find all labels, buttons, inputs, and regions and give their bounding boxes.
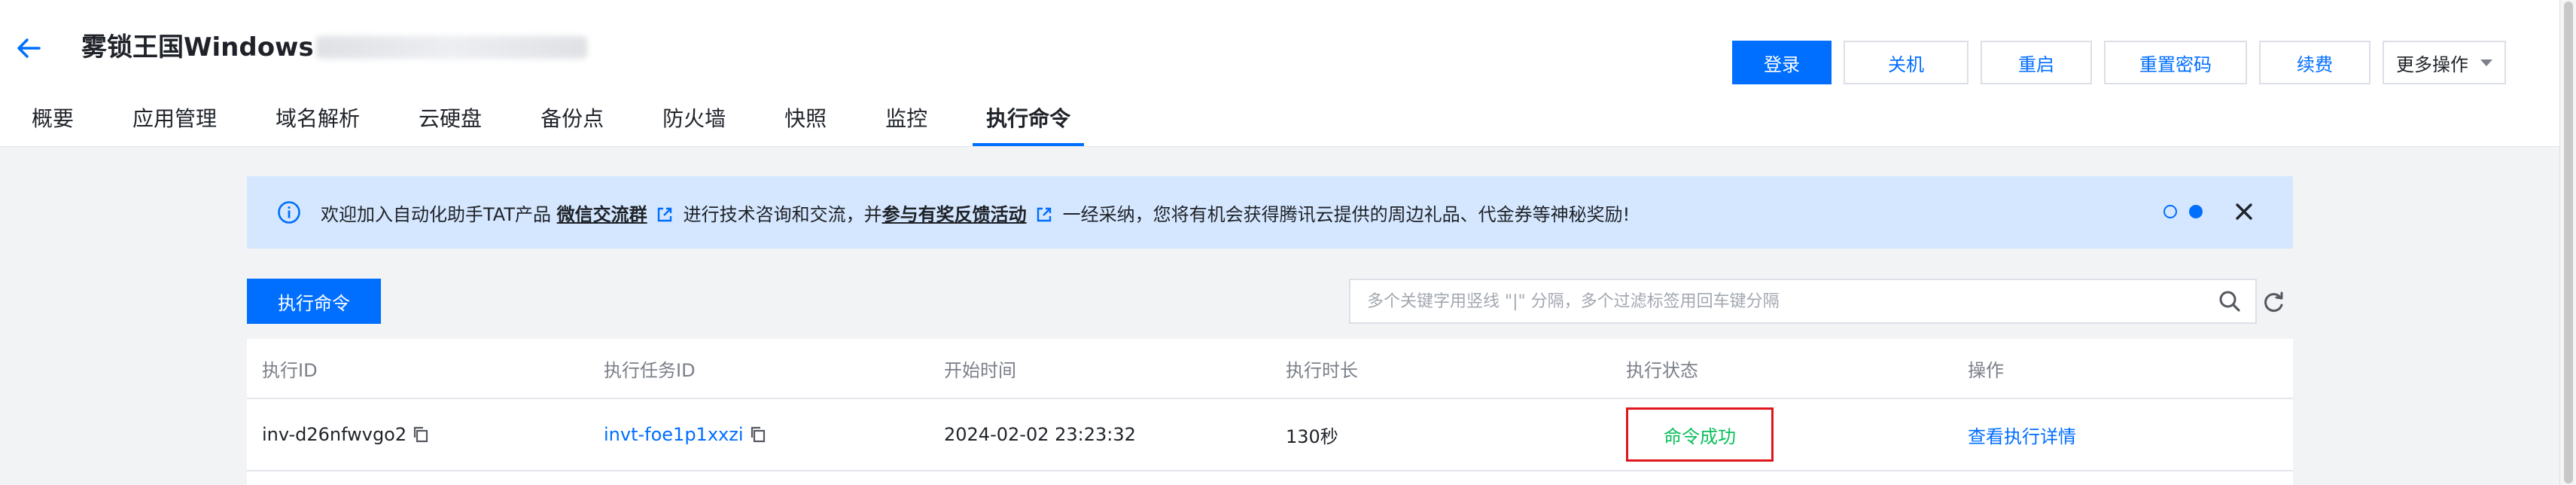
tab-monitor[interactable]: 监控 — [885, 104, 927, 146]
renew-button[interactable]: 续费 — [2259, 41, 2370, 84]
view-details-link[interactable]: 查看执行详情 — [1968, 422, 2076, 448]
more-actions-label: 更多操作 — [2396, 53, 2468, 75]
info-icon — [278, 201, 300, 224]
feedback-activity-link[interactable]: 参与有奖反馈活动 — [882, 204, 1027, 225]
copy-icon[interactable] — [748, 425, 768, 444]
carousel-dot-2[interactable] — [2189, 205, 2203, 218]
task-id-link[interactable]: invt-foe1p1xxzi — [604, 424, 744, 445]
banner-text-3: 一经采纳，您将有机会获得腾讯云提供的周边礼品、代金券等神秘奖励! — [1062, 203, 1631, 225]
banner-text-2: 进行技术咨询和交流，并 — [683, 203, 882, 225]
duration: 130秒 — [1286, 426, 1338, 447]
refresh-icon[interactable] — [2261, 289, 2287, 315]
exec-id-cell: inv-d26nfwvgo2 — [247, 424, 589, 445]
carousel-dots — [2163, 205, 2203, 218]
vertical-scrollbar[interactable] — [2559, 0, 2576, 485]
status-cell: 命令成功 — [1611, 407, 1953, 462]
column-header: 开始时间 — [944, 359, 1016, 381]
instance-header: 雾锁王国Windows 登录 关机 重启 重置密码 续费 更多操作 概要 应用管… — [0, 0, 2559, 147]
copy-icon[interactable] — [411, 425, 431, 444]
banner-text: 欢迎加入自动化助手TAT产品 微信交流群 进行技术咨询和交流，并参与有奖反馈活动 一… — [321, 200, 1630, 226]
tab-bar: 概要 应用管理 域名解析 云硬盘 备份点 防火墙 快照 监控 执行命令 — [32, 104, 1085, 146]
redacted-instance-id — [316, 36, 587, 59]
run-command-button[interactable]: 执行命令 — [247, 279, 381, 324]
table-header: 执行ID 执行任务ID 开始时间 执行时长 执行状态 操作 — [247, 339, 2293, 399]
column-header: 操作 — [1968, 359, 2004, 381]
promo-banner: 欢迎加入自动化助手TAT产品 微信交流群 进行技术咨询和交流，并参与有奖反馈活动 一… — [247, 176, 2293, 249]
tab-backup[interactable]: 备份点 — [540, 104, 604, 146]
tab-run-command[interactable]: 执行命令 — [973, 104, 1085, 146]
tab-dns[interactable]: 域名解析 — [276, 104, 360, 146]
carousel-dot-1[interactable] — [2163, 205, 2177, 218]
more-actions-dropdown[interactable]: 更多操作 — [2383, 41, 2506, 84]
tab-snapshot[interactable]: 快照 — [784, 104, 827, 146]
exec-id: inv-d26nfwvgo2 — [262, 424, 407, 445]
external-link-icon[interactable] — [1036, 206, 1052, 223]
close-icon[interactable] — [2231, 199, 2257, 224]
column-header: 执行ID — [262, 359, 318, 381]
search-icon[interactable] — [2218, 289, 2242, 313]
status-badge: 命令成功 — [1664, 426, 1736, 447]
shutdown-button[interactable]: 关机 — [1844, 41, 1969, 84]
tab-app-management[interactable]: 应用管理 — [132, 104, 217, 146]
tab-overview[interactable]: 概要 — [32, 104, 74, 146]
column-header: 执行任务ID — [604, 359, 696, 381]
action-cell: 查看执行详情 — [1953, 422, 2293, 448]
execution-table: 执行ID 执行任务ID 开始时间 执行时长 执行状态 操作 inv-d26nfw… — [247, 339, 2293, 485]
search-input[interactable] — [1350, 280, 2218, 322]
wechat-group-link[interactable]: 微信交流群 — [557, 204, 647, 225]
column-header: 执行状态 — [1626, 359, 1698, 381]
start-time: 2024-02-02 23:23:32 — [944, 424, 1136, 445]
column-header: 执行时长 — [1286, 359, 1358, 381]
scrollbar-thumb[interactable] — [2564, 2, 2573, 483]
status-highlight: 命令成功 — [1626, 407, 1774, 462]
tab-cloud-disk[interactable]: 云硬盘 — [419, 104, 482, 146]
task-id-cell: invt-foe1p1xxzi — [589, 424, 929, 445]
page: 雾锁王国Windows 登录 关机 重启 重置密码 续费 更多操作 概要 应用管… — [0, 0, 2576, 485]
external-link-icon[interactable] — [656, 206, 673, 223]
table-row: inv-d26nfwvgo2 invt-foe1p1xxzi 2024-02-0… — [247, 399, 2293, 471]
instance-title: 雾锁王国Windows — [81, 32, 314, 63]
tab-firewall[interactable]: 防火墙 — [662, 104, 726, 146]
banner-text-1: 欢迎加入自动化助手TAT产品 — [321, 203, 552, 225]
login-button[interactable]: 登录 — [1732, 41, 1832, 84]
caret-down-icon — [2480, 59, 2492, 66]
reset-password-button[interactable]: 重置密码 — [2104, 41, 2247, 84]
header-actions: 登录 关机 重启 重置密码 续费 更多操作 — [1732, 41, 2506, 84]
restart-button[interactable]: 重启 — [1981, 41, 2092, 84]
table-row — [247, 471, 2293, 485]
search-box — [1349, 279, 2257, 324]
back-arrow-icon[interactable] — [14, 33, 44, 63]
